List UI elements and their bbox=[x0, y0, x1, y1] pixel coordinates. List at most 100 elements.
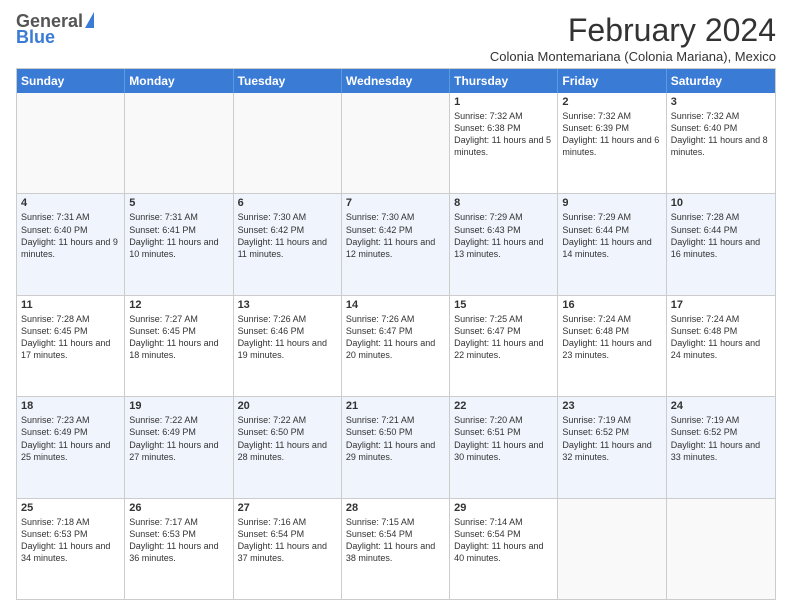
day-info: Sunrise: 7:16 AM Sunset: 6:54 PM Dayligh… bbox=[238, 516, 337, 565]
page: General Blue February 2024 Colonia Monte… bbox=[0, 0, 792, 612]
header: General Blue February 2024 Colonia Monte… bbox=[16, 12, 776, 64]
day-info: Sunrise: 7:24 AM Sunset: 6:48 PM Dayligh… bbox=[562, 313, 661, 362]
day-number: 1 bbox=[454, 96, 553, 108]
day-cell-18: 18Sunrise: 7:23 AM Sunset: 6:49 PM Dayli… bbox=[17, 397, 125, 497]
calendar: SundayMondayTuesdayWednesdayThursdayFrid… bbox=[16, 68, 776, 600]
day-info: Sunrise: 7:29 AM Sunset: 6:43 PM Dayligh… bbox=[454, 211, 553, 260]
day-info: Sunrise: 7:29 AM Sunset: 6:44 PM Dayligh… bbox=[562, 211, 661, 260]
day-info: Sunrise: 7:28 AM Sunset: 6:44 PM Dayligh… bbox=[671, 211, 771, 260]
day-number: 22 bbox=[454, 400, 553, 412]
day-number: 9 bbox=[562, 197, 661, 209]
day-number: 20 bbox=[238, 400, 337, 412]
header-day-monday: Monday bbox=[125, 69, 233, 93]
day-number: 14 bbox=[346, 299, 445, 311]
calendar-week-2: 4 Sunrise: 7:31 AM Sunset: 6:40 PM Daylig… bbox=[17, 194, 775, 295]
empty-cell bbox=[125, 93, 233, 193]
header-day-saturday: Saturday bbox=[667, 69, 775, 93]
day-cell-11: 11Sunrise: 7:28 AM Sunset: 6:45 PM Dayli… bbox=[17, 296, 125, 396]
calendar-header: SundayMondayTuesdayWednesdayThursdayFrid… bbox=[17, 69, 775, 93]
calendar-week-5: 25 Sunrise: 7:18 AM Sunset: 6:53 PM Dayli… bbox=[17, 499, 775, 599]
day-cell-8: 8 Sunrise: 7:29 AM Sunset: 6:43 PM Daylig… bbox=[450, 194, 558, 294]
day-info: Sunrise: 7:18 AM Sunset: 6:53 PM Dayligh… bbox=[21, 516, 120, 565]
empty-cell bbox=[667, 499, 775, 599]
day-number: 23 bbox=[562, 400, 661, 412]
logo-triangle bbox=[85, 12, 94, 28]
day-number: 7 bbox=[346, 197, 445, 209]
day-info: Sunrise: 7:27 AM Sunset: 6:45 PM Dayligh… bbox=[129, 313, 228, 362]
day-cell-1: 1 Sunrise: 7:32 AM Sunset: 6:38 PM Daylig… bbox=[450, 93, 558, 193]
day-cell-15: 15 Sunrise: 7:25 AM Sunset: 6:47 PM Dayli… bbox=[450, 296, 558, 396]
day-number: 13 bbox=[238, 299, 337, 311]
day-number: 6 bbox=[238, 197, 337, 209]
day-cell-7: 7 Sunrise: 7:30 AM Sunset: 6:42 PM Daylig… bbox=[342, 194, 450, 294]
day-cell-6: 6 Sunrise: 7:30 AM Sunset: 6:42 PM Daylig… bbox=[234, 194, 342, 294]
day-cell-21: 21 Sunrise: 7:21 AM Sunset: 6:50 PM Dayli… bbox=[342, 397, 450, 497]
day-info: Sunrise: 7:14 AM Sunset: 6:54 PM Dayligh… bbox=[454, 516, 553, 565]
day-cell-14: 14 Sunrise: 7:26 AM Sunset: 6:47 PM Dayli… bbox=[342, 296, 450, 396]
day-info: Sunrise: 7:31 AM Sunset: 6:40 PM Dayligh… bbox=[21, 211, 120, 260]
day-number: 27 bbox=[238, 502, 337, 514]
day-cell-23: 23Sunrise: 7:19 AM Sunset: 6:52 PM Dayli… bbox=[558, 397, 666, 497]
empty-cell bbox=[342, 93, 450, 193]
day-info: Sunrise: 7:32 AM Sunset: 6:38 PM Dayligh… bbox=[454, 110, 553, 159]
day-cell-5: 5 Sunrise: 7:31 AM Sunset: 6:41 PM Daylig… bbox=[125, 194, 233, 294]
day-cell-12: 12Sunrise: 7:27 AM Sunset: 6:45 PM Dayli… bbox=[125, 296, 233, 396]
header-day-thursday: Thursday bbox=[450, 69, 558, 93]
day-cell-4: 4 Sunrise: 7:31 AM Sunset: 6:40 PM Daylig… bbox=[17, 194, 125, 294]
day-number: 25 bbox=[21, 502, 120, 514]
day-info: Sunrise: 7:32 AM Sunset: 6:39 PM Dayligh… bbox=[562, 110, 661, 159]
day-cell-19: 19Sunrise: 7:22 AM Sunset: 6:49 PM Dayli… bbox=[125, 397, 233, 497]
logo: General Blue bbox=[16, 12, 94, 46]
day-number: 5 bbox=[129, 197, 228, 209]
day-number: 29 bbox=[454, 502, 553, 514]
day-number: 21 bbox=[346, 400, 445, 412]
logo-blue: Blue bbox=[16, 28, 55, 46]
header-day-tuesday: Tuesday bbox=[234, 69, 342, 93]
month-title: February 2024 bbox=[490, 12, 776, 49]
calendar-body: 1 Sunrise: 7:32 AM Sunset: 6:38 PM Daylig… bbox=[17, 93, 775, 599]
day-cell-3: 3Sunrise: 7:32 AM Sunset: 6:40 PM Daylig… bbox=[667, 93, 775, 193]
day-info: Sunrise: 7:28 AM Sunset: 6:45 PM Dayligh… bbox=[21, 313, 120, 362]
day-info: Sunrise: 7:31 AM Sunset: 6:41 PM Dayligh… bbox=[129, 211, 228, 260]
day-number: 10 bbox=[671, 197, 771, 209]
day-number: 17 bbox=[671, 299, 771, 311]
day-cell-13: 13 Sunrise: 7:26 AM Sunset: 6:46 PM Dayli… bbox=[234, 296, 342, 396]
day-number: 4 bbox=[21, 197, 120, 209]
header-day-wednesday: Wednesday bbox=[342, 69, 450, 93]
day-info: Sunrise: 7:17 AM Sunset: 6:53 PM Dayligh… bbox=[129, 516, 228, 565]
header-day-friday: Friday bbox=[558, 69, 666, 93]
day-info: Sunrise: 7:25 AM Sunset: 6:47 PM Dayligh… bbox=[454, 313, 553, 362]
subtitle: Colonia Montemariana (Colonia Mariana), … bbox=[490, 49, 776, 64]
day-info: Sunrise: 7:22 AM Sunset: 6:50 PM Dayligh… bbox=[238, 414, 337, 463]
day-info: Sunrise: 7:20 AM Sunset: 6:51 PM Dayligh… bbox=[454, 414, 553, 463]
day-cell-26: 26Sunrise: 7:17 AM Sunset: 6:53 PM Dayli… bbox=[125, 499, 233, 599]
day-info: Sunrise: 7:30 AM Sunset: 6:42 PM Dayligh… bbox=[346, 211, 445, 260]
day-number: 15 bbox=[454, 299, 553, 311]
day-cell-17: 17 Sunrise: 7:24 AM Sunset: 6:48 PM Dayli… bbox=[667, 296, 775, 396]
day-info: Sunrise: 7:21 AM Sunset: 6:50 PM Dayligh… bbox=[346, 414, 445, 463]
day-cell-10: 10 Sunrise: 7:28 AM Sunset: 6:44 PM Dayli… bbox=[667, 194, 775, 294]
calendar-week-1: 1 Sunrise: 7:32 AM Sunset: 6:38 PM Daylig… bbox=[17, 93, 775, 194]
day-cell-16: 16 Sunrise: 7:24 AM Sunset: 6:48 PM Dayli… bbox=[558, 296, 666, 396]
day-number: 2 bbox=[562, 96, 661, 108]
day-cell-22: 22 Sunrise: 7:20 AM Sunset: 6:51 PM Dayli… bbox=[450, 397, 558, 497]
day-number: 8 bbox=[454, 197, 553, 209]
empty-cell bbox=[558, 499, 666, 599]
day-cell-9: 9 Sunrise: 7:29 AM Sunset: 6:44 PM Daylig… bbox=[558, 194, 666, 294]
day-info: Sunrise: 7:32 AM Sunset: 6:40 PM Dayligh… bbox=[671, 110, 771, 159]
header-day-sunday: Sunday bbox=[17, 69, 125, 93]
day-number: 16 bbox=[562, 299, 661, 311]
day-info: Sunrise: 7:26 AM Sunset: 6:47 PM Dayligh… bbox=[346, 313, 445, 362]
day-info: Sunrise: 7:30 AM Sunset: 6:42 PM Dayligh… bbox=[238, 211, 337, 260]
calendar-week-4: 18Sunrise: 7:23 AM Sunset: 6:49 PM Dayli… bbox=[17, 397, 775, 498]
day-number: 18 bbox=[21, 400, 120, 412]
day-info: Sunrise: 7:24 AM Sunset: 6:48 PM Dayligh… bbox=[671, 313, 771, 362]
day-info: Sunrise: 7:19 AM Sunset: 6:52 PM Dayligh… bbox=[671, 414, 771, 463]
day-cell-24: 24Sunrise: 7:19 AM Sunset: 6:52 PM Dayli… bbox=[667, 397, 775, 497]
day-cell-27: 27 Sunrise: 7:16 AM Sunset: 6:54 PM Dayli… bbox=[234, 499, 342, 599]
empty-cell bbox=[234, 93, 342, 193]
day-cell-29: 29 Sunrise: 7:14 AM Sunset: 6:54 PM Dayli… bbox=[450, 499, 558, 599]
day-info: Sunrise: 7:26 AM Sunset: 6:46 PM Dayligh… bbox=[238, 313, 337, 362]
day-number: 28 bbox=[346, 502, 445, 514]
day-info: Sunrise: 7:15 AM Sunset: 6:54 PM Dayligh… bbox=[346, 516, 445, 565]
